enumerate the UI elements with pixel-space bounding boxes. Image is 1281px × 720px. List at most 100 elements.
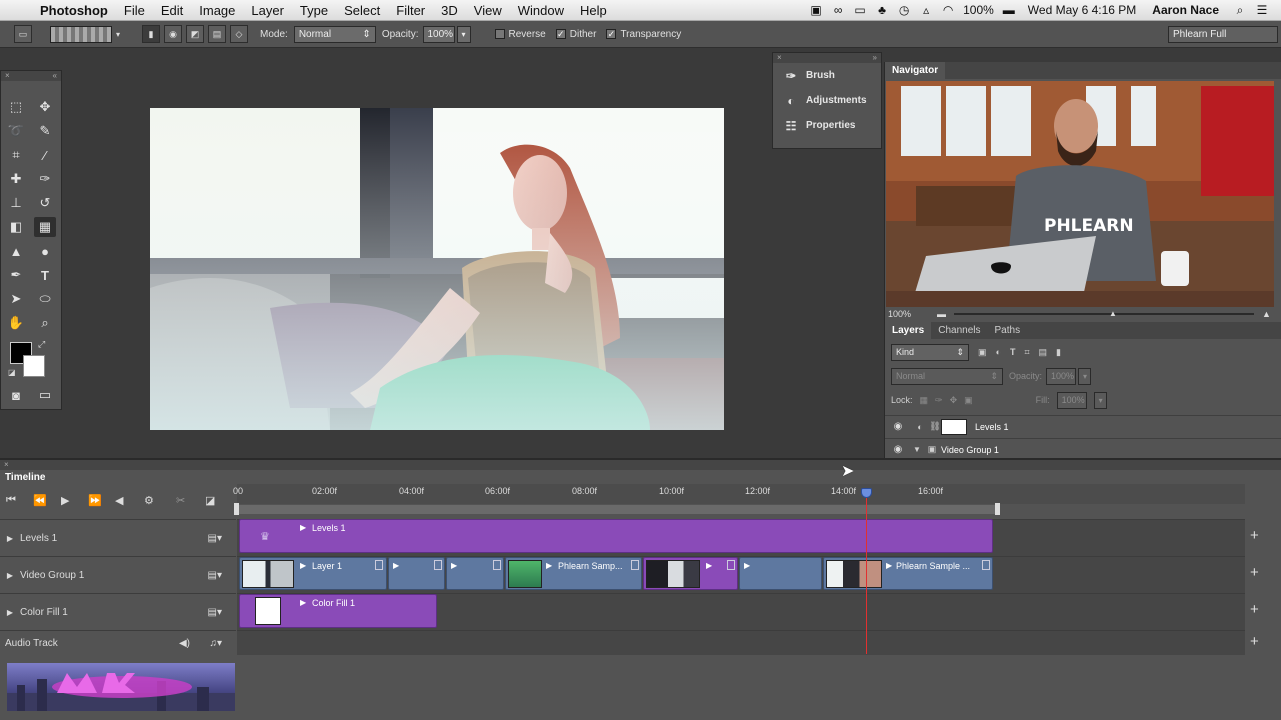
clip-options-icon[interactable] — [727, 560, 735, 570]
menu-type[interactable]: Type — [292, 3, 336, 18]
layer-name[interactable]: Video Group 1 — [941, 445, 999, 455]
fill-field[interactable]: 100% — [1056, 391, 1087, 409]
menu-edit[interactable]: Edit — [153, 3, 191, 18]
display-icon[interactable]: ▭ — [853, 3, 867, 17]
mute-audio-icon[interactable]: ◀ — [115, 494, 123, 507]
next-frame-icon[interactable]: ⏩ — [88, 494, 102, 507]
tab-navigator[interactable]: Navigator — [885, 62, 946, 79]
clip-expand-icon[interactable]: ▶ — [886, 561, 892, 570]
timeline-settings-icon[interactable]: ⚙ — [144, 494, 154, 507]
quick-mask-icon[interactable]: ◙ — [5, 385, 27, 405]
go-to-first-frame-icon[interactable]: ⏮ — [6, 494, 16, 507]
gradient-tool-icon[interactable]: ▦ — [34, 217, 56, 237]
marquee-tool-icon[interactable]: ⬚ — [5, 97, 27, 117]
clip-options-icon[interactable] — [493, 560, 501, 570]
spotlight-search-icon[interactable]: ⌕ — [1233, 3, 1247, 18]
reverse-checkbox[interactable] — [494, 29, 505, 39]
clip-phlearn-sample-2[interactable]: ▶ Phlearn Sample ... — [823, 557, 993, 590]
opacity-dropdown[interactable]: ▾ — [456, 25, 471, 43]
add-media-button[interactable]: + — [1250, 527, 1259, 544]
menu-view[interactable]: View — [466, 3, 510, 18]
gradient-picker[interactable] — [50, 25, 112, 43]
expand-track-icon[interactable]: ▶ — [0, 608, 20, 617]
navigator-zoom-value[interactable]: 100% — [888, 309, 911, 319]
blend-mode-select[interactable]: Normal ⇕ — [891, 367, 1003, 385]
clip-options-icon[interactable] — [631, 560, 639, 570]
filter-type-icon[interactable]: T — [1010, 347, 1016, 357]
filter-shape-icon[interactable]: ⌗ — [1024, 347, 1029, 358]
history-brush-tool-icon[interactable]: ↺ — [34, 193, 56, 213]
layer-opacity-field[interactable]: 100% — [1046, 367, 1077, 385]
track-menu-icon[interactable]: ▤▾ — [208, 533, 222, 544]
healing-brush-tool-icon[interactable]: ✚ — [5, 169, 27, 189]
evernote-icon[interactable]: ♣ — [875, 3, 889, 17]
track-area-audio[interactable] — [237, 630, 1245, 655]
audio-mute-icon[interactable]: ◀) — [179, 638, 190, 649]
diamond-gradient-button[interactable]: ◇ — [230, 25, 249, 43]
menu-help[interactable]: Help — [572, 3, 615, 18]
brush-panel-button[interactable]: ✑ Brush — [773, 63, 881, 88]
workspace-switcher[interactable]: Phlearn Full — [1168, 25, 1278, 43]
lock-all-icon[interactable]: ▣ — [964, 395, 973, 406]
transition-icon[interactable]: ◪ — [205, 494, 215, 507]
clip-options-icon[interactable] — [982, 560, 990, 570]
move-tool-icon[interactable]: ✥ — [34, 97, 56, 117]
expand-track-icon[interactable]: ▶ — [0, 571, 20, 580]
close-icon[interactable]: × — [4, 460, 9, 469]
zoom-in-icon[interactable]: ▲ — [1262, 309, 1271, 319]
clip-expand-icon[interactable]: ▶ — [393, 561, 399, 570]
lock-position-icon[interactable]: ✥ — [950, 395, 958, 406]
expand-icon[interactable]: » — [873, 53, 877, 63]
add-media-button[interactable]: + — [1250, 564, 1259, 581]
gradient-dropdown-icon[interactable]: ▾ — [116, 30, 120, 39]
screen-record-icon[interactable]: ▣ — [809, 3, 823, 17]
clock[interactable]: Wed May 6 4:16 PM — [1028, 3, 1137, 17]
default-colors-icon[interactable]: ◪ — [8, 368, 16, 377]
fill-dropdown[interactable]: ▾ — [1093, 391, 1107, 409]
app-menu[interactable]: Photoshop — [40, 3, 108, 18]
dither-checkbox[interactable]: ✓ — [555, 29, 566, 39]
layer-name[interactable]: Levels 1 — [975, 422, 1009, 432]
tab-layers[interactable]: Layers — [885, 322, 932, 339]
visibility-eye-icon[interactable]: ◉ — [885, 421, 911, 432]
clip-expand-icon[interactable]: ▶ — [451, 561, 457, 570]
lock-transparent-icon[interactable]: ▦ — [920, 395, 929, 406]
add-audio-button[interactable]: + — [1250, 633, 1259, 650]
lock-pixels-icon[interactable]: ✑ — [935, 395, 943, 406]
clip-expand-icon[interactable]: ▶ — [300, 561, 306, 570]
creative-cloud-icon[interactable]: ∞ — [831, 3, 845, 17]
shape-tool-icon[interactable]: ⬭ — [34, 289, 56, 309]
add-media-button[interactable]: + — [1250, 601, 1259, 618]
play-icon[interactable]: ▶ — [61, 494, 69, 507]
tab-paths[interactable]: Paths — [988, 322, 1028, 339]
menu-file[interactable]: File — [116, 3, 153, 18]
previous-frame-icon[interactable]: ⏪ — [33, 494, 47, 507]
clip-phlearn-sample-1[interactable]: ▶ Phlearn Samp... — [505, 557, 642, 590]
navigator-preview[interactable]: PHLEARN — [886, 81, 1274, 307]
clip-segment[interactable]: ▶ — [446, 557, 504, 590]
menu-filter[interactable]: Filter — [388, 3, 433, 18]
user-name[interactable]: Aaron Nace — [1152, 3, 1219, 17]
clip-color-fill[interactable]: ▶ Color Fill 1 — [239, 594, 437, 628]
close-icon[interactable]: × — [777, 53, 782, 63]
angle-gradient-button[interactable]: ◩ — [186, 25, 205, 43]
clip-expand-icon[interactable]: ▶ — [300, 598, 306, 607]
filter-adjustment-icon[interactable]: ◐ — [996, 347, 1001, 357]
clip-expand-icon[interactable]: ▶ — [744, 561, 750, 570]
menu-window[interactable]: Window — [510, 3, 572, 18]
wifi-icon[interactable]: ◠ — [941, 3, 955, 17]
track-color-fill[interactable]: ▶ Color Fill 1 ▤▾ — [0, 593, 236, 630]
blur-tool-icon[interactable]: ▲ — [5, 241, 27, 261]
type-tool-icon[interactable]: T — [34, 265, 56, 285]
notification-center-icon[interactable]: ☰ — [1255, 3, 1269, 17]
timeline-title[interactable]: Timeline — [0, 470, 51, 486]
work-area-bar[interactable] — [237, 505, 997, 514]
document-canvas[interactable] — [150, 108, 724, 430]
track-menu-icon[interactable]: ▤▾ — [208, 607, 222, 618]
clip-expand-icon[interactable]: ▶ — [546, 561, 552, 570]
path-selection-tool-icon[interactable]: ➤ — [5, 289, 27, 309]
layer-mask-thumbnail[interactable] — [941, 418, 967, 435]
menu-image[interactable]: Image — [191, 3, 243, 18]
eraser-tool-icon[interactable]: ◧ — [5, 217, 27, 237]
visibility-eye-icon[interactable]: ◉ — [885, 444, 911, 455]
